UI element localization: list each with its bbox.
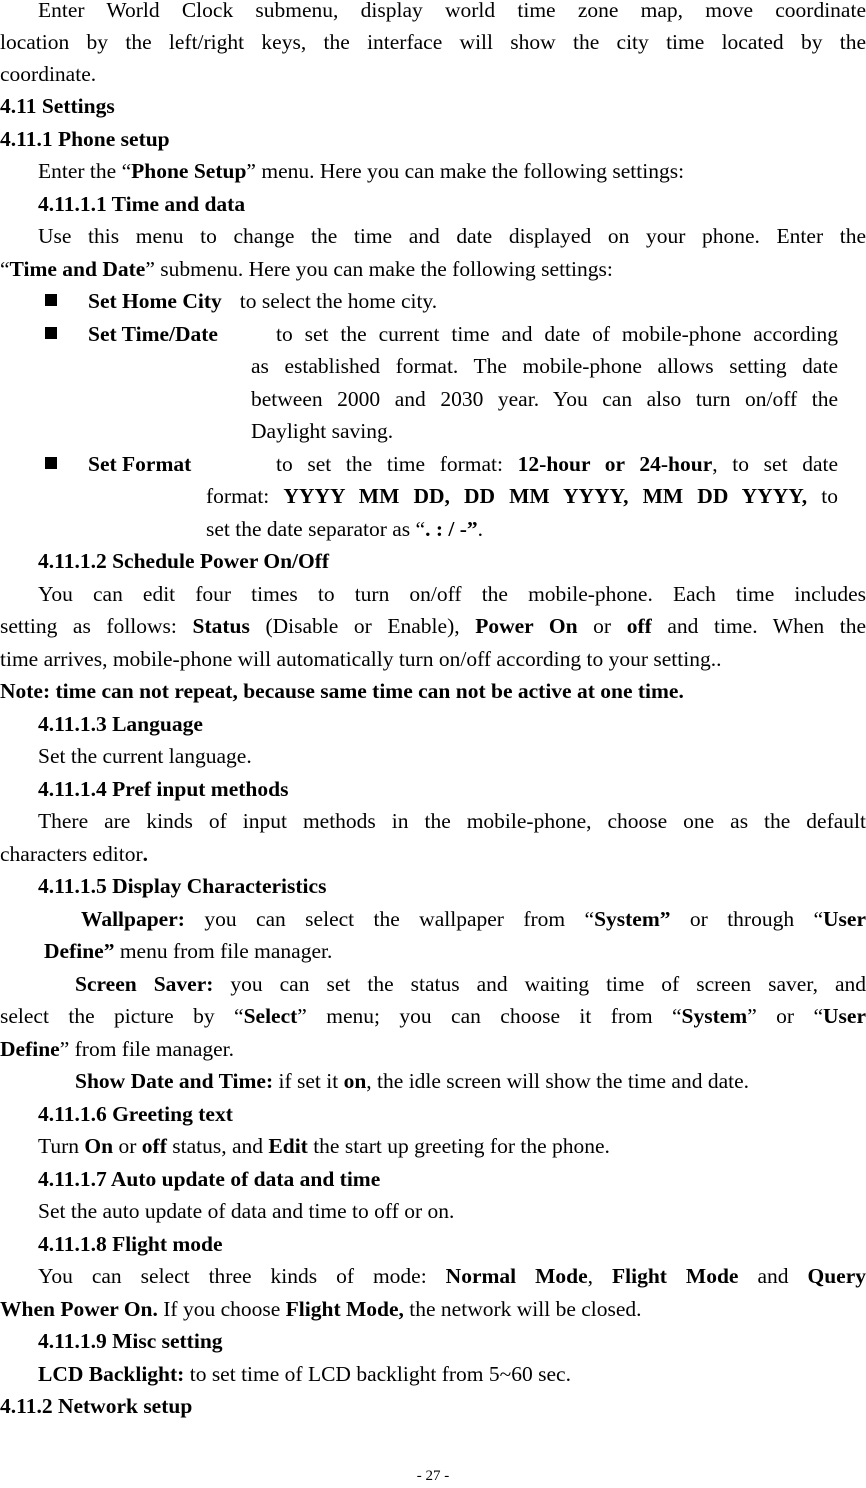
schedule-line-1: You can edit four times to turn on/off t… [38, 582, 866, 606]
schedule-note: Note: time can not repeat, because same … [0, 679, 684, 703]
heading-display: 4.11.1.5 Display Characteristics [38, 874, 327, 898]
wallpaper-line-1: Wallpaper: you can select the wallpaper … [81, 907, 866, 931]
bullet-set-format-line-1: to set the time format: 12-hour or 24-ho… [276, 452, 839, 476]
heading-misc: 4.11.1.9 Misc setting [38, 1329, 223, 1353]
bullet-set-format-line-3: set the date separator as “. : / -”. [206, 517, 483, 541]
screensaver-line-2: select the picture by “Select” menu; you… [0, 1004, 866, 1028]
auto-update-text: Set the auto update of data and time to … [38, 1199, 455, 1223]
show-date-time-line: Show Date and Time: if set it on, the id… [75, 1069, 750, 1093]
heading-language: 4.11.1.3 Language [38, 712, 203, 736]
bullet-square-icon [45, 327, 57, 339]
intro-line-1: Enter World Clock submenu, display world… [38, 0, 866, 22]
bullet-set-format-line-2: format: YYYY MM DD, DD MM YYYY, MM DD YY… [206, 484, 838, 508]
time-data-line-1: Use this menu to change the time and dat… [38, 224, 866, 248]
heading-auto-update: 4.11.1.7 Auto update of data and time [38, 1167, 381, 1191]
input-methods-line-2: characters editor. [0, 842, 149, 866]
flight-mode-line-2: When Power On. If you choose Flight Mode… [0, 1297, 642, 1321]
heading-greeting: 4.11.1.6 Greeting text [38, 1102, 233, 1126]
heading-flight-mode: 4.11.1.8 Flight mode [38, 1232, 223, 1256]
intro-line-2: location by the left/right keys, the int… [0, 30, 866, 54]
bullet-square-icon [45, 457, 57, 469]
screensaver-line-1: Screen Saver: you can set the status and… [75, 972, 866, 996]
heading-input-methods: 4.11.1.4 Pref input methods [38, 777, 289, 801]
schedule-line-2: setting as follows: Status (Disable or E… [0, 614, 866, 638]
greeting-text: Turn On or off status, and Edit the star… [38, 1134, 610, 1158]
bullet-set-time-date-line-4: Daylight saving. [251, 419, 394, 443]
intro-line-3: coordinate. [0, 62, 97, 86]
heading-time-and-data: 4.11.1.1 Time and data [38, 192, 246, 216]
page-number: - 27 - [416, 1468, 450, 1484]
input-methods-line-1: There are kinds of input methods in the … [38, 809, 866, 833]
heading-network-setup: 4.11.2 Network setup [0, 1394, 193, 1418]
schedule-line-3: time arrives, mobile-phone will automati… [0, 647, 722, 671]
screensaver-line-3: Define” from file manager. [0, 1037, 235, 1061]
bullet-set-home-city: Set Home City to select the home city. [88, 289, 438, 313]
bullet-set-time-date-line-1: to set the current time and date of mobi… [276, 322, 838, 346]
phone-setup-intro: Enter the “Phone Setup” menu. Here you c… [38, 159, 685, 183]
bullet-set-time-date-line-2: as established format. The mobile-phone … [251, 354, 838, 378]
time-data-line-2: “Time and Date” submenu. Here you can ma… [0, 257, 613, 281]
misc-lcd-backlight: LCD Backlight: to set time of LCD backli… [38, 1362, 571, 1386]
language-text: Set the current language. [38, 744, 252, 768]
heading-settings: 4.11 Settings [0, 94, 115, 118]
wallpaper-line-2: Define” menu from file manager. [44, 939, 333, 963]
bullet-square-icon [45, 294, 57, 306]
heading-schedule-power: 4.11.1.2 Schedule Power On/Off [38, 549, 330, 573]
bullet-set-time-date-line-3: between 2000 and 2030 year. You can also… [251, 387, 838, 411]
heading-phone-setup: 4.11.1 Phone setup [0, 127, 170, 151]
flight-mode-line-1: You can select three kinds of mode: Norm… [38, 1264, 866, 1288]
